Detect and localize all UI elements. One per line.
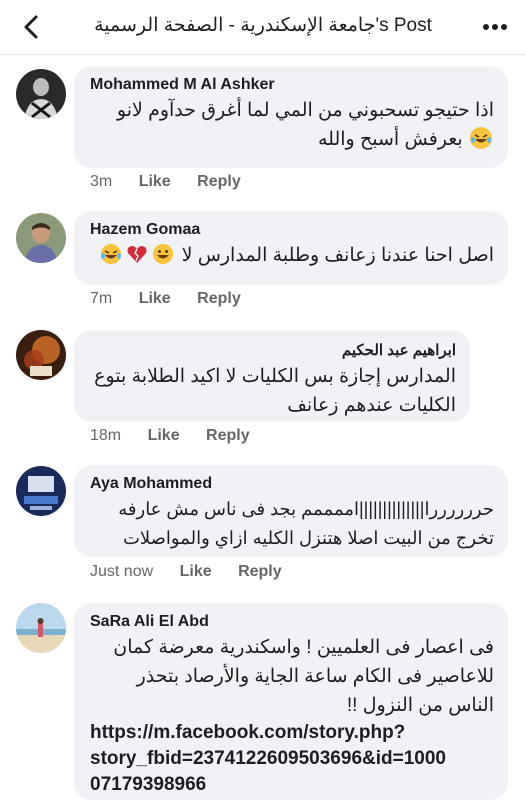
page-title: جامعة الإسكندرية - الصفحة الرسمية's Post bbox=[94, 15, 432, 36]
comment-author[interactable]: SaRa Ali El Abd bbox=[90, 611, 494, 633]
comment-bubble: Mohammed M Al Ashker اذا حتيجو تسحبوني م… bbox=[74, 66, 508, 168]
comment-meta: Just now Like Reply bbox=[90, 563, 304, 581]
more-options-icon[interactable] bbox=[482, 15, 508, 39]
comment-link[interactable]: https://m.facebook.com/story.php? story_… bbox=[90, 720, 494, 798]
comment-text: فى اعصار فى العلميين ! واسكندرية معرضة ك… bbox=[90, 633, 494, 720]
comment-bubble: Aya Mohammed حررررررا||||||||||||||امممم… bbox=[74, 465, 508, 557]
avatar[interactable] bbox=[16, 330, 66, 380]
comment-text-line: المدارس إجازة بس الكليات لا اكيد الطلابة… bbox=[94, 366, 456, 387]
comment-timestamp: 18m bbox=[90, 427, 122, 444]
comment-text-fragment: بعرفش أسبح والله bbox=[318, 129, 463, 150]
comment-author[interactable]: Hazem Gomaa bbox=[90, 219, 494, 241]
comment-text-line: اذا حتيجو تسحبوني من المي لما أغرق حدآوم… bbox=[116, 100, 494, 121]
comment-text-line: الناس من النزول !! bbox=[346, 695, 494, 716]
comment-timestamp: 7m bbox=[90, 290, 113, 307]
comment-meta: 18m Like Reply bbox=[90, 427, 272, 445]
link-line[interactable]: 07179398966 bbox=[90, 772, 494, 798]
like-button[interactable]: Like bbox=[139, 290, 171, 307]
like-button[interactable]: Like bbox=[180, 563, 212, 580]
link-line[interactable]: https://m.facebook.com/story.php? bbox=[90, 720, 494, 746]
avatar[interactable] bbox=[16, 213, 66, 263]
comment-text-line: حررررررا||||||||||||||اممممم بجد فى ناس … bbox=[118, 499, 494, 519]
reply-button[interactable]: Reply bbox=[197, 173, 241, 190]
comment-timestamp: 3m bbox=[90, 173, 113, 190]
broken-heart-icon bbox=[126, 243, 148, 265]
comment-text: المدارس إجازة بس الكليات لا اكيد الطلابة… bbox=[90, 362, 456, 420]
comment-author[interactable]: Mohammed M Al Ashker bbox=[90, 74, 494, 96]
avatar[interactable] bbox=[16, 603, 66, 653]
comment-text: اذا حتيجو تسحبوني من المي لما أغرق حدآوم… bbox=[90, 96, 494, 154]
like-button[interactable]: Like bbox=[148, 427, 180, 444]
comment-text-line: فى اعصار فى العلميين ! واسكندرية معرضة ك… bbox=[113, 637, 494, 658]
comment-text-line: الكليات عندهم زعانف bbox=[287, 395, 456, 416]
link-line[interactable]: story_fbid=2374122609503696&id=1000 bbox=[90, 746, 494, 772]
comment-text: حررررررا||||||||||||||اممممم بجد فى ناس … bbox=[90, 495, 494, 553]
comment-meta: 7m Like Reply bbox=[90, 290, 263, 308]
reply-button[interactable]: Reply bbox=[238, 563, 282, 580]
post-header: جامعة الإسكندرية - الصفحة الرسمية's Post bbox=[0, 0, 526, 55]
reply-button[interactable]: Reply bbox=[197, 290, 241, 307]
comment-bubble: Hazem Gomaa اصل احنا عندنا زعانف وطلبة ا… bbox=[74, 211, 508, 285]
comment-meta: 3m Like Reply bbox=[90, 173, 263, 191]
comment-author[interactable]: ابراهيم عبد الحكيم bbox=[90, 340, 456, 362]
back-arrow-icon[interactable] bbox=[18, 13, 46, 41]
comment-timestamp: Just now bbox=[90, 563, 154, 580]
comment-bubble: SaRa Ali El Abd فى اعصار فى العلميين ! و… bbox=[74, 603, 508, 800]
comment-text: اصل احنا عندنا زعانف وطلبة المدارس لا bbox=[90, 241, 494, 270]
grinning-emoji-icon bbox=[152, 243, 174, 265]
reply-button[interactable]: Reply bbox=[206, 427, 250, 444]
avatar[interactable] bbox=[16, 69, 66, 119]
laughing-tears-emoji-icon bbox=[470, 127, 492, 149]
comment-author[interactable]: Aya Mohammed bbox=[90, 473, 494, 495]
comment-text-line: للاعاصير فى الكام ساعة الجاية والأرصاد ب… bbox=[136, 666, 494, 687]
comment-text-line: تخرج من البيت اصلا هتنزل الكليه ازاي وال… bbox=[122, 528, 494, 548]
comment-text-line: بعرفش أسبح والله bbox=[90, 125, 494, 154]
avatar[interactable] bbox=[16, 466, 66, 516]
laughing-tears-emoji-icon bbox=[100, 243, 122, 265]
comment-bubble: ابراهيم عبد الحكيم المدارس إجازة بس الكل… bbox=[74, 330, 470, 422]
comment-text-fragment: اصل احنا عندنا زعانف وطلبة المدارس لا bbox=[181, 245, 494, 266]
like-button[interactable]: Like bbox=[139, 173, 171, 190]
